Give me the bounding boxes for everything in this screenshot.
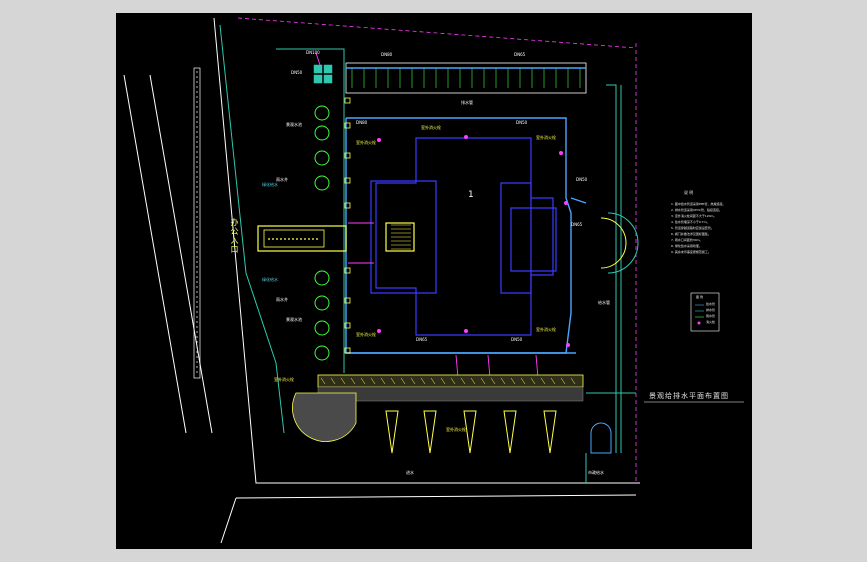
pipe-label: DN50 (291, 70, 303, 75)
rainwater-label: 雨水井 (276, 177, 288, 182)
planters (385, 410, 557, 454)
legend-item: 雨水管 (706, 314, 716, 318)
site-plan (123, 17, 744, 544)
pipe-label: DN65 (416, 337, 428, 342)
note-item: 4. 给水管埋深不小于0.7m。 (671, 220, 710, 224)
notes-heading: 说 明 (684, 190, 694, 195)
note-item: 8. 绿化给水采用喷灌。 (671, 244, 702, 248)
note-item: 9. 其余未尽事宜按规范施工。 (671, 250, 711, 254)
legend-heading: 图 例 (696, 295, 703, 299)
drawing-title: 景观给排水平面布置图 (649, 392, 729, 400)
pipe-label: DN50 (576, 177, 588, 182)
note-item: 7. 雨水口间距约30m。 (671, 238, 703, 242)
building-outline (370, 137, 557, 336)
pipe-label: DN80 (381, 52, 393, 57)
hydrant-label: 室外消火栓 (356, 332, 376, 337)
rainwater-label: 雨水井 (276, 297, 288, 302)
pipe-label: DN65 (514, 52, 526, 57)
hydrant-label: 室外消火栓 (421, 125, 441, 130)
entrance-steps (391, 224, 411, 250)
building-number: 1 (468, 190, 474, 200)
note-item: 5. 管道穿越道路时应加设套管。 (671, 226, 714, 230)
pool-squares (313, 64, 333, 84)
hydrant-label: 室外消火栓 (274, 377, 294, 382)
inlet-label: 进水 (406, 470, 414, 475)
note-item: 6. 阀门井做法详见国标图集。 (671, 232, 711, 236)
fire-hydrant-lines (315, 52, 539, 379)
east-road (585, 212, 639, 483)
pipe-label: DN100 (306, 50, 320, 55)
note-item: 3. 室外消火栓间距不大于120m。 (671, 214, 717, 218)
hydrant-label: 室外消火栓 (446, 427, 466, 432)
irrigation-label: 绿化给水 (262, 277, 278, 282)
hydrant-label: 室外消火栓 (536, 327, 556, 332)
drain-label: 排水管 (461, 100, 473, 105)
legend-item: 排水管 (706, 308, 716, 312)
drawing-canvas: 1 办公入口 景观给排水平面布置图 DN100 DN80 DN65 DN80 D… (116, 13, 752, 549)
south-plaza (317, 374, 584, 402)
pipe-label: DN65 (571, 222, 583, 227)
legend-item: 消火栓 (706, 320, 716, 324)
pool-label: 景观水池 (286, 317, 302, 322)
corner-plaza (292, 392, 357, 442)
pipe-label: DN50 (511, 337, 523, 342)
pipe-label: DN50 (516, 120, 528, 125)
left-pools (314, 105, 330, 361)
water-supply-loop (345, 67, 587, 354)
entrance-gate (257, 225, 347, 252)
notes-list: 1. 图中给水管道采用PPR管，热熔连接。 2. 排水管道采用UPVC管，粘接连… (671, 203, 746, 257)
note-item: 2. 排水管道采用UPVC管，粘接连接。 (671, 208, 722, 212)
hydrant-label: 室外消火栓 (536, 135, 556, 140)
municipal-label: 市政给水 (588, 470, 604, 475)
pool-label: 景观水池 (286, 122, 302, 127)
supply-label: 给水管 (598, 300, 610, 305)
entrance-label: 办公入口 (230, 218, 239, 254)
hydrant-label: 室外消火栓 (356, 140, 376, 145)
irrigation-label: 绿化给水 (262, 182, 278, 187)
pipe-label: DN80 (356, 120, 368, 125)
road-lines (123, 17, 640, 544)
note-item: 1. 图中给水管道采用PPR管，热熔连接。 (671, 202, 726, 206)
legend-item: 给水管 (706, 302, 716, 306)
